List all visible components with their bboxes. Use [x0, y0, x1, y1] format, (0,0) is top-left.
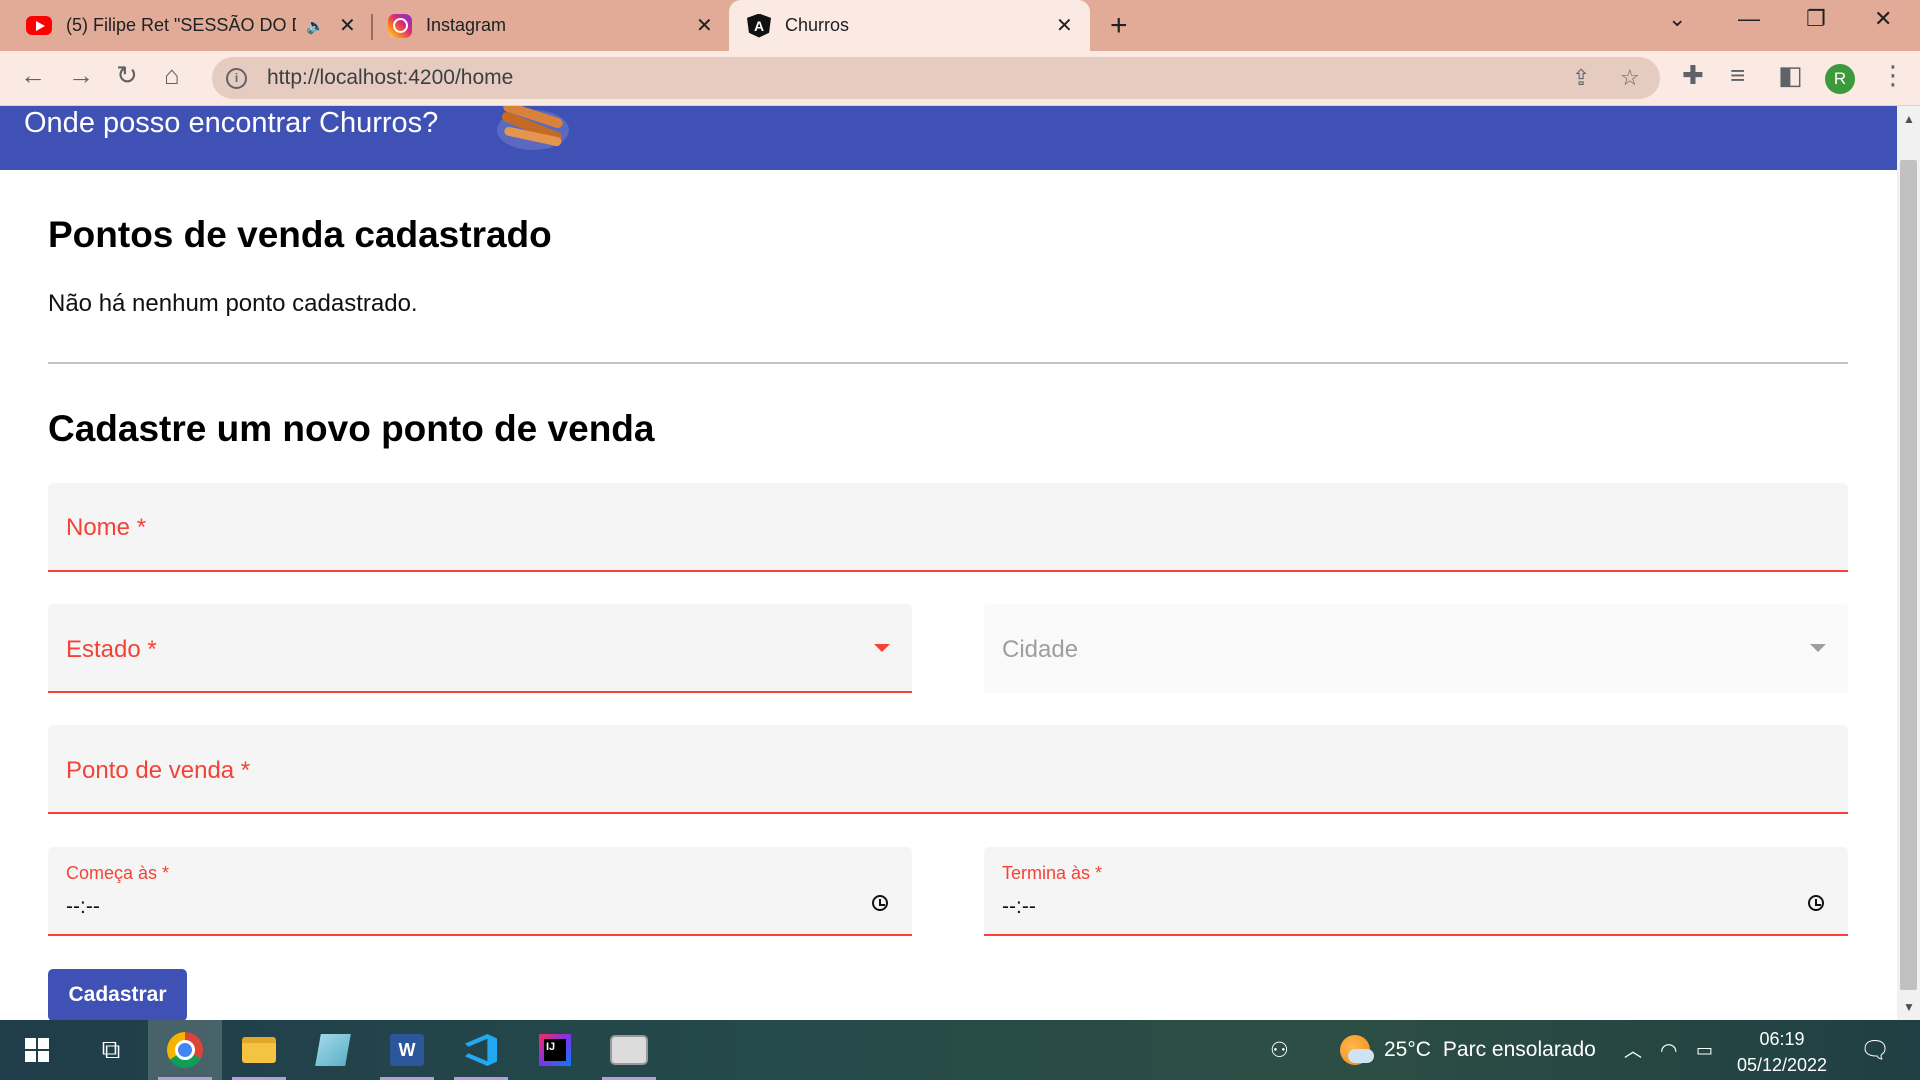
window-close-icon[interactable]: ✕ — [1874, 6, 1892, 32]
restore-icon[interactable]: ❐ — [1806, 6, 1826, 32]
divider — [48, 362, 1848, 364]
vscode-icon — [465, 1034, 497, 1066]
clock-icon[interactable] — [872, 895, 888, 911]
tab-instagram[interactable]: Instagram ✕ — [388, 0, 718, 51]
taskbar-notepad[interactable] — [296, 1020, 370, 1080]
start-time-value[interactable]: --:-- — [66, 895, 100, 919]
city-label: Cidade — [1002, 636, 1079, 663]
tray-overflow-icon[interactable]: ︿ — [1624, 1020, 1642, 1080]
sale-point-label: Ponto de venda * — [66, 757, 251, 784]
share-icon[interactable]: ⇪ — [1572, 65, 1590, 91]
page-scrollbar[interactable]: ▲ ▼ — [1897, 106, 1920, 1020]
task-view-button[interactable]: ⧉ — [74, 1020, 148, 1080]
menu-kebab-icon[interactable]: ⋮ — [1880, 62, 1906, 88]
state-label: Estado * — [66, 636, 157, 663]
dropdown-arrow-icon — [874, 644, 890, 652]
wifi-icon[interactable]: ◠ — [1660, 1020, 1677, 1080]
side-panel-icon[interactable]: ◧ — [1778, 62, 1803, 88]
scroll-down-icon[interactable]: ▼ — [1903, 1000, 1915, 1014]
taskbar-chrome[interactable] — [148, 1020, 222, 1080]
taskbar-intellij[interactable]: IJ — [518, 1020, 592, 1080]
tab-churros[interactable]: A Churros ✕ — [729, 0, 1090, 51]
web-page: Onde posso encontrar Churros? Pontos de … — [0, 106, 1897, 1020]
sale-point-field[interactable]: Ponto de venda * — [48, 725, 1848, 814]
site-info-icon[interactable]: i — [226, 67, 247, 89]
app-title: Onde posso encontrar Churros? — [24, 107, 439, 139]
back-icon[interactable]: ← — [20, 62, 46, 88]
start-icon — [25, 1038, 49, 1062]
home-icon[interactable]: ⌂ — [164, 62, 180, 88]
clock-icon[interactable] — [1808, 895, 1824, 911]
start-button[interactable] — [0, 1020, 74, 1080]
tab-divider — [371, 14, 373, 40]
bookmark-star-icon[interactable]: ☆ — [1620, 65, 1640, 91]
close-icon[interactable]: ✕ — [696, 16, 713, 36]
list-heading: Pontos de venda cadastrado — [48, 214, 552, 255]
word-icon: W — [390, 1034, 424, 1066]
tab-search-icon[interactable]: ⌄ — [1668, 6, 1686, 32]
notifications-icon[interactable]: 🗨 — [1860, 1020, 1890, 1080]
tab-title: Instagram — [426, 15, 507, 35]
intellij-icon: IJ — [539, 1034, 571, 1066]
taskbar-word[interactable]: W — [370, 1020, 444, 1080]
weather-icon — [1340, 1035, 1374, 1065]
notepad-icon — [315, 1034, 351, 1066]
tab-title: (5) Filipe Ret "SESSÃO DO DE — [66, 15, 296, 35]
instagram-icon — [388, 13, 412, 38]
reload-icon[interactable]: ↻ — [116, 62, 138, 88]
state-select[interactable]: Estado * — [48, 604, 912, 693]
profile-avatar[interactable]: R — [1825, 64, 1855, 94]
start-time-field[interactable]: Começa às * --:-- — [48, 847, 912, 936]
url-text[interactable]: http://localhost:4200/home — [267, 66, 513, 90]
taskbar-file-explorer[interactable] — [222, 1020, 296, 1080]
minimize-icon[interactable]: — — [1738, 6, 1760, 32]
clock-time: 06:19 — [1759, 1029, 1805, 1049]
address-bar[interactable]: i http://localhost:4200/home ⇪ ☆ — [212, 57, 1660, 99]
chrome-icon — [167, 1032, 203, 1068]
app-toolbar: Onde posso encontrar Churros? — [0, 106, 1897, 170]
system-clock[interactable]: 06:19 05/12/2022 — [1722, 1026, 1842, 1078]
youtube-icon — [26, 16, 52, 35]
browser-toolbar: ← → ↻ ⌂ i http://localhost:4200/home ⇪ ☆… — [0, 51, 1920, 106]
battery-icon[interactable]: ▭ — [1696, 1020, 1713, 1080]
taskbar-vscode[interactable] — [444, 1020, 518, 1080]
weather-desc: Parc ensolarado — [1442, 1038, 1596, 1061]
form-heading: Cadastre um novo ponto de venda — [48, 408, 655, 449]
dropdown-arrow-icon — [1810, 644, 1826, 652]
browser-tab-strip: (5) Filipe Ret "SESSÃO DO DE 🔈 ✕ Instagr… — [0, 0, 1920, 51]
submit-button[interactable]: Cadastrar — [48, 969, 187, 1020]
taskbar-cat-app[interactable] — [592, 1020, 666, 1080]
tab-youtube[interactable]: (5) Filipe Ret "SESSÃO DO DE 🔈 ✕ — [26, 0, 366, 51]
people-icon[interactable]: ⚇ — [1270, 1020, 1289, 1080]
windows-taskbar: ⧉ W IJ ⚇ 25°C Parc ensolarado ︿ ◠ ▭ 06:1… — [0, 1020, 1920, 1080]
file-explorer-icon — [242, 1037, 276, 1063]
scroll-thumb[interactable] — [1900, 160, 1917, 990]
end-time-field[interactable]: Termina às * --:-- — [984, 847, 1848, 936]
task-view-icon: ⧉ — [101, 1034, 121, 1064]
close-icon[interactable]: ✕ — [1056, 16, 1073, 36]
clock-date: 05/12/2022 — [1736, 1055, 1828, 1075]
close-icon[interactable]: ✕ — [339, 16, 356, 36]
tab-title: Churros — [785, 15, 850, 35]
end-time-label: Termina às * — [1002, 863, 1103, 883]
angular-icon: A — [747, 13, 771, 38]
end-time-value[interactable]: --:-- — [1002, 895, 1036, 919]
empty-list-message: Não há nenhum ponto cadastrado. — [48, 290, 418, 317]
new-tab-icon[interactable]: + — [1110, 9, 1128, 43]
media-control-icon[interactable]: ≡ — [1730, 62, 1745, 88]
speaker-icon[interactable]: 🔈 — [306, 17, 325, 35]
scroll-up-icon[interactable]: ▲ — [1903, 112, 1915, 126]
weather-temp: 25°C — [1384, 1038, 1431, 1061]
name-field[interactable]: Nome * — [48, 483, 1848, 572]
start-time-label: Começa às * — [66, 863, 170, 883]
extensions-icon[interactable]: ✚ — [1682, 62, 1704, 88]
city-select: Cidade — [984, 604, 1848, 693]
weather-widget[interactable]: 25°C Parc ensolarado — [1340, 1020, 1596, 1080]
churros-image — [497, 106, 569, 150]
cat-app-icon — [610, 1035, 648, 1065]
forward-icon[interactable]: → — [68, 62, 94, 88]
name-label: Nome * — [66, 514, 147, 541]
